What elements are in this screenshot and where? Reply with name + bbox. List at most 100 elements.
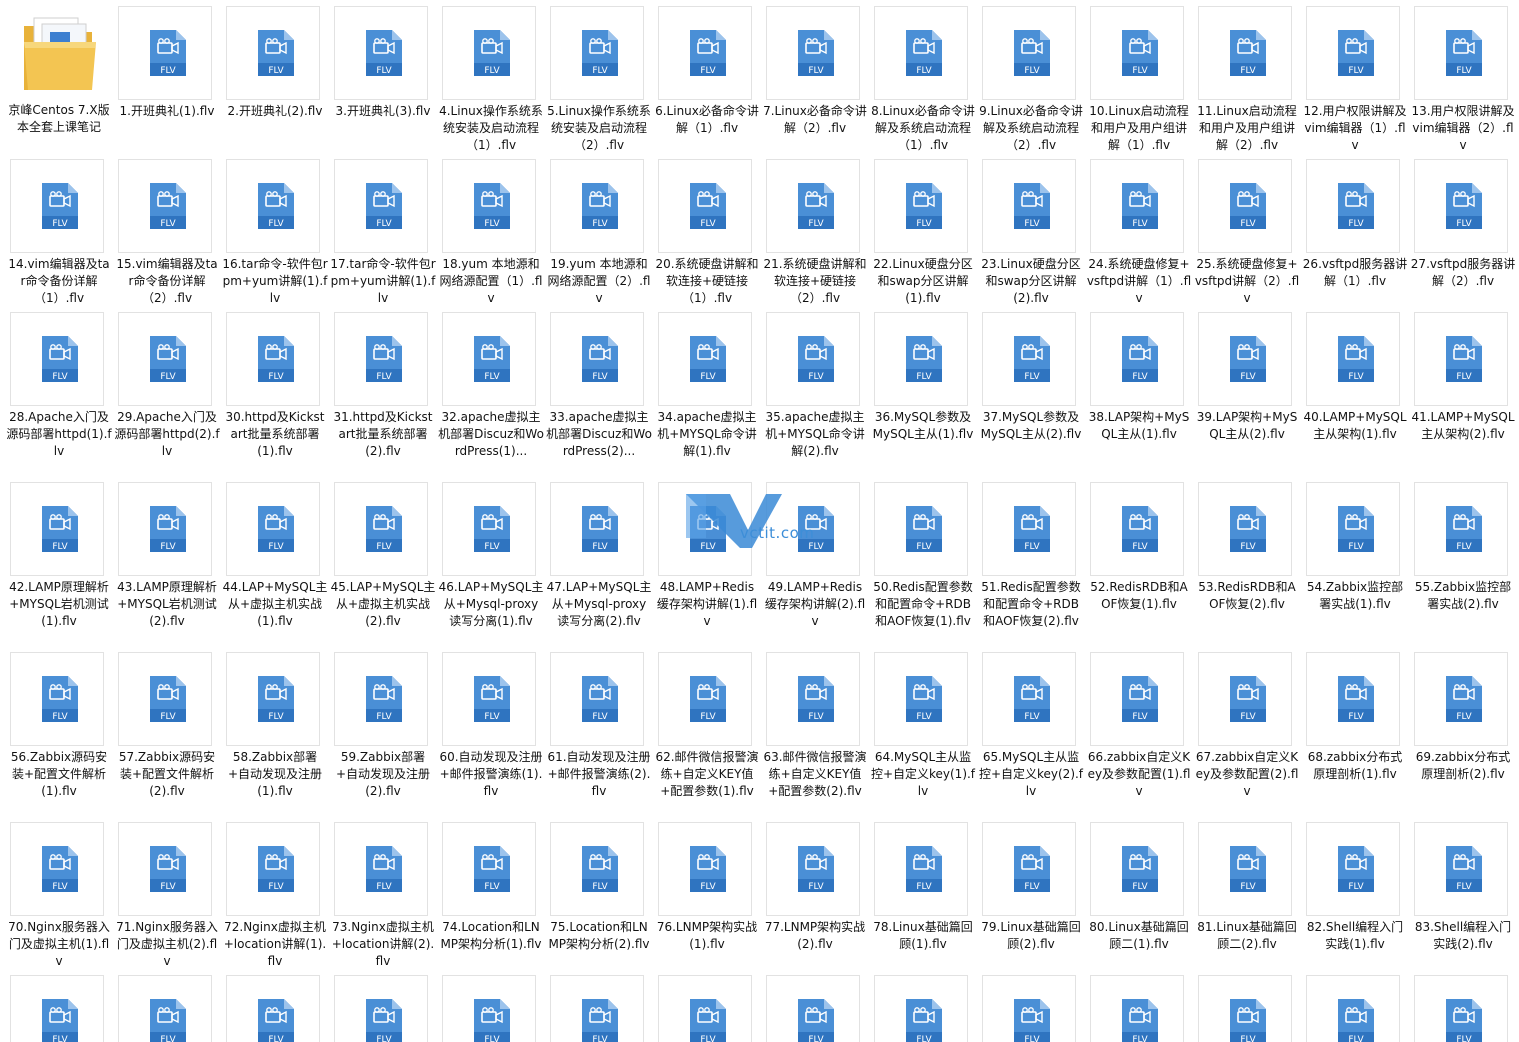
file-item[interactable]: FLV: [546, 975, 644, 1042]
file-item[interactable]: FLV 66.zabbix自定义Key及参数配置(1).flv: [1086, 652, 1190, 819]
file-item[interactable]: FLV 72.Nginx虚拟主机+location讲解(1).flv: [222, 822, 326, 972]
file-item[interactable]: FLV 29.Apache入门及源码部署httpd(2).flv: [114, 312, 220, 479]
file-item[interactable]: FLV 11.Linux启动流程和用户及用户组讲解（2）.flv: [1194, 6, 1297, 156]
file-item[interactable]: FLV 2.开班典礼(2).flv: [222, 6, 322, 156]
file-item[interactable]: FLV: [654, 975, 752, 1042]
file-item[interactable]: FLV 54.Zabbix监控部署实战(1).flv: [1302, 482, 1403, 649]
file-item[interactable]: FLV 37.MySQL参数及MySQL主从(2).flv: [978, 312, 1081, 479]
file-item[interactable]: FLV 35.apache虚拟主机+MYSQL命令讲解(2).flv: [762, 312, 865, 479]
video-file-icon: FLV: [690, 336, 726, 382]
file-item[interactable]: FLV: [978, 975, 1076, 1042]
svg-text:FLV: FLV: [1024, 712, 1040, 722]
file-item[interactable]: FLV 25.系统硬盘修复+vsftpd讲解（2）.flv: [1194, 159, 1299, 309]
file-item[interactable]: FLV 20.系统硬盘讲解和软连接+硬链接（1）.flv: [654, 159, 759, 309]
file-item[interactable]: FLV: [330, 975, 428, 1042]
file-item[interactable]: FLV 13.用户权限讲解及vim编辑器（2）.flv: [1410, 6, 1515, 156]
file-item[interactable]: FLV 47.LAP+MySQL主从+Mysql-proxy读写分离(2).flv: [546, 482, 651, 649]
file-item[interactable]: FLV: [6, 975, 104, 1042]
file-item[interactable]: FLV 58.Zabbix部署+自动发现及注册(1).flv: [222, 652, 322, 819]
file-item[interactable]: FLV: [222, 975, 320, 1042]
file-item[interactable]: FLV 14.vim编辑器及tar命令备份详解（1）.flv: [6, 159, 110, 309]
file-item[interactable]: FLV 77.LNMP架构实战(2).flv: [762, 822, 865, 972]
file-item[interactable]: FLV 50.Redis配置参数和配置命令+RDB和AOF恢复(1).flv: [870, 482, 973, 649]
file-item[interactable]: FLV 59.Zabbix部署+自动发现及注册(2).flv: [330, 652, 430, 819]
file-item[interactable]: FLV 3.开班典礼(3).flv: [330, 6, 430, 156]
file-item[interactable]: FLV: [1410, 975, 1508, 1042]
file-item[interactable]: FLV 65.MySQL主从监控+自定义key(2).flv: [978, 652, 1083, 819]
file-item[interactable]: FLV 6.Linux必备命令讲解（1）.flv: [654, 6, 759, 156]
file-item[interactable]: FLV 78.Linux基础篇回顾(1).flv: [870, 822, 973, 972]
file-item[interactable]: FLV 27.vsftpd服务器讲解（2）.flv: [1410, 159, 1515, 309]
file-item[interactable]: FLV 43.LAMP原理解析+MYSQL岩机测试(2).flv: [114, 482, 217, 649]
file-thumbnail: FLV: [118, 159, 212, 253]
file-item[interactable]: FLV 64.MySQL主从监控+自定义key(1).flv: [870, 652, 975, 819]
file-item[interactable]: FLV 4.Linux操作系统系统安装及启动流程（1）.flv: [438, 6, 543, 156]
file-item[interactable]: FLV 67.zabbix自定义Key及参数配置(2).flv: [1194, 652, 1298, 819]
file-item[interactable]: FLV 75.Location和LNMP架构分析(2).flv: [546, 822, 650, 972]
file-item[interactable]: FLV 42.LAMP原理解析+MYSQL岩机测试(1).flv: [6, 482, 109, 649]
file-item[interactable]: FLV 81.Linux基础篇回顾二(2).flv: [1194, 822, 1297, 972]
file-item[interactable]: FLV 79.Linux基础篇回顾(2).flv: [978, 822, 1081, 972]
file-item[interactable]: FLV 70.Nginx服务器入门及虚拟主机(1).flv: [6, 822, 110, 972]
file-item[interactable]: FLV 40.LAMP+MySQL主从架构(1).flv: [1302, 312, 1407, 479]
file-item[interactable]: FLV 9.Linux必备命令讲解及系统启动流程（2）.flv: [978, 6, 1083, 156]
file-item[interactable]: FLV 28.Apache入门及源码部署httpd(1).flv: [6, 312, 112, 479]
file-item[interactable]: FLV 8.Linux必备命令讲解及系统启动流程（1）.flv: [870, 6, 975, 156]
file-item[interactable]: FLV 16.tar命令-软件包rpm+yum讲解(1).flv: [222, 159, 328, 309]
file-item[interactable]: FLV 1.开班典礼(1).flv: [114, 6, 214, 156]
file-item[interactable]: FLV 17.tar命令-软件包rpm+yum讲解(1).flv: [330, 159, 436, 309]
file-item[interactable]: FLV 24.系统硬盘修复+vsftpd讲解（1）.flv: [1086, 159, 1191, 309]
file-item[interactable]: FLV 56.Zabbix源码安装+配置文件解析(1).flv: [6, 652, 107, 819]
file-item[interactable]: FLV 68.zabbix分布式原理剖析(1).flv: [1302, 652, 1402, 819]
file-item[interactable]: FLV: [114, 975, 212, 1042]
file-item[interactable]: FLV 53.RedisRDB和AOF恢复(2).flv: [1194, 482, 1296, 649]
file-item[interactable]: FLV 22.Linux硬盘分区和swap分区讲解(1).flv: [870, 159, 973, 309]
file-item[interactable]: FLV: [870, 975, 968, 1042]
file-item[interactable]: FLV 57.Zabbix源码安装+配置文件解析(2).flv: [114, 652, 215, 819]
file-item[interactable]: FLV 83.Shell编程入门实践(2).flv: [1410, 822, 1511, 972]
file-item[interactable]: FLV 21.系统硬盘讲解和软连接+硬链接（2）.flv: [762, 159, 867, 309]
video-file-icon: FLV: [366, 999, 402, 1042]
file-item[interactable]: FLV 63.邮件微信报警演练+自定义KEY值+配置参数(2).flv: [762, 652, 867, 819]
file-item[interactable]: FLV 69.zabbix分布式原理剖析(2).flv: [1410, 652, 1510, 819]
file-item[interactable]: FLV 23.Linux硬盘分区和swap分区讲解(2).flv: [978, 159, 1081, 309]
file-item[interactable]: FLV: [1086, 975, 1184, 1042]
file-item[interactable]: FLV 51.Redis配置参数和配置命令+RDB和AOF恢复(2).flv: [978, 482, 1081, 649]
file-item[interactable]: FLV 38.LAP架构+MySQL主从(1).flv: [1086, 312, 1189, 479]
file-item[interactable]: FLV 73.Nginx虚拟主机+location讲解(2).flv: [330, 822, 434, 972]
folder-item[interactable]: 京峰Centos 7.X版本全套上课笔记: [6, 6, 110, 156]
file-item[interactable]: FLV: [762, 975, 860, 1042]
file-item[interactable]: FLV 60.自动发现及注册+邮件报警演练(1).flv: [438, 652, 543, 819]
file-item[interactable]: FLV 34.apache虚拟主机+MYSQL命令讲解(1).flv: [654, 312, 757, 479]
file-item[interactable]: FLV 18.yum 本地源和网络源配置（1）.flv: [438, 159, 543, 309]
file-item[interactable]: FLV 62.邮件微信报警演练+自定义KEY值+配置参数(1).flv: [654, 652, 759, 819]
file-item[interactable]: FLV 32.apache虚拟主机部署Discuz和WordPress(1)...: [438, 312, 544, 479]
file-item[interactable]: FLV 52.RedisRDB和AOF恢复(1).flv: [1086, 482, 1188, 649]
file-item[interactable]: FLV 39.LAP架构+MySQL主从(2).flv: [1194, 312, 1297, 479]
file-item[interactable]: FLV 19.yum 本地源和网络源配置（2）.flv: [546, 159, 651, 309]
file-item[interactable]: FLV 26.vsftpd服务器讲解（1）.flv: [1302, 159, 1407, 309]
file-item[interactable]: FLV 46.LAP+MySQL主从+Mysql-proxy读写分离(1).flv: [438, 482, 543, 649]
file-item[interactable]: FLV 41.LAMP+MySQL主从架构(2).flv: [1410, 312, 1515, 479]
file-item[interactable]: FLV 10.Linux启动流程和用户及用户组讲解（1）.flv: [1086, 6, 1189, 156]
file-item[interactable]: FLV 61.自动发现及注册+邮件报警演练(2).flv: [546, 652, 651, 819]
file-item[interactable]: FLV 55.Zabbix监控部署实战(2).flv: [1410, 482, 1511, 649]
file-item[interactable]: FLV 74.Location和LNMP架构分析(1).flv: [438, 822, 542, 972]
file-item[interactable]: FLV 36.MySQL参数及MySQL主从(1).flv: [870, 312, 973, 479]
file-item[interactable]: FLV: [1302, 975, 1400, 1042]
file-item[interactable]: FLV 82.Shell编程入门实践(1).flv: [1302, 822, 1403, 972]
file-item[interactable]: FLV 5.Linux操作系统系统安装及启动流程（2）.flv: [546, 6, 651, 156]
file-item[interactable]: FLV 44.LAP+MySQL主从+虚拟主机实战(1).flv: [222, 482, 327, 649]
file-item[interactable]: FLV 33.apache虚拟主机部署Discuz和WordPress(2)...: [546, 312, 652, 479]
file-item[interactable]: FLV 30.httpd及Kickstart批量系统部署(1).flv: [222, 312, 325, 479]
file-item[interactable]: FLV 7.Linux必备命令讲解（2）.flv: [762, 6, 867, 156]
file-item[interactable]: FLV: [438, 975, 536, 1042]
file-item[interactable]: FLV 15.vim编辑器及tar命令备份详解（2）.flv: [114, 159, 218, 309]
file-item[interactable]: FLV 12.用户权限讲解及vim编辑器（1）.flv: [1302, 6, 1407, 156]
file-item[interactable]: FLV: [1194, 975, 1292, 1042]
file-item[interactable]: FLV 71.Nginx服务器入门及虚拟主机(2).flv: [114, 822, 218, 972]
file-item[interactable]: FLV 76.LNMP架构实战(1).flv: [654, 822, 757, 972]
file-item[interactable]: FLV 80.Linux基础篇回顾二(1).flv: [1086, 822, 1189, 972]
file-item[interactable]: FLV 45.LAP+MySQL主从+虚拟主机实战(2).flv: [330, 482, 435, 649]
file-item[interactable]: FLV 31.httpd及Kickstart批量系统部署(2).flv: [330, 312, 433, 479]
